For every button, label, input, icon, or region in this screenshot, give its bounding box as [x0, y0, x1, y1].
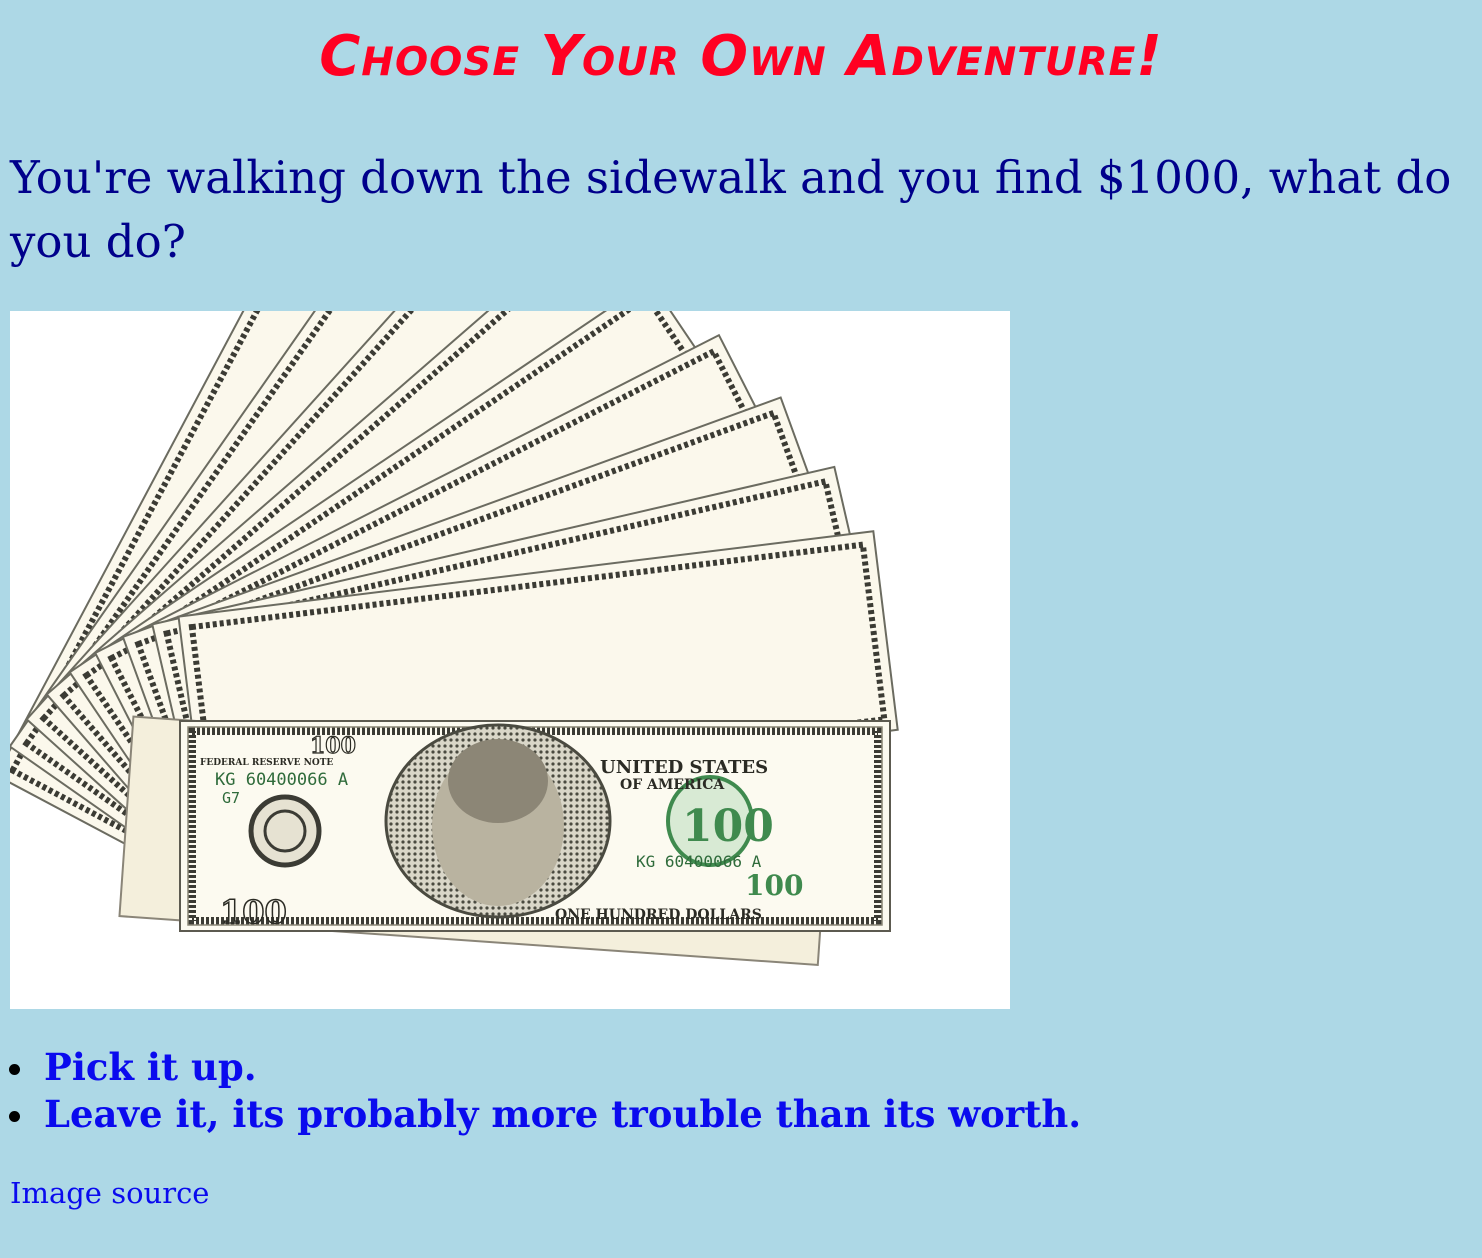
bill-watermark-100: 100	[682, 801, 774, 852]
choice-pick-it-up-link[interactable]: Pick it up.	[44, 1045, 257, 1089]
money-fan-illustration: 100 KG 60400066 A G7 FEDERAL RESERVE NOT…	[0, 156, 899, 966]
bullet-icon	[9, 1111, 20, 1122]
question-text: You're walking down the sidewalk and you…	[10, 151, 1452, 268]
bill-country-line1: UNITED STATES	[600, 757, 768, 778]
choice-item: Pick it up.	[0, 1044, 1081, 1091]
money-image: 100 KG 60400066 A G7 FEDERAL RESERVE NOT…	[0, 156, 1010, 1009]
bill-denomination-corner: 100	[220, 893, 287, 931]
bill-district: G7	[222, 789, 240, 807]
bill-header: FEDERAL RESERVE NOTE	[200, 758, 333, 768]
image-source-link[interactable]: Image source	[10, 1176, 209, 1210]
choice-item: Leave it, its probably more trouble than…	[0, 1091, 1081, 1138]
page-title: Choose Your Own Adventure!	[319, 24, 1163, 89]
bill-serial-right: KG 60400066 A	[636, 852, 762, 871]
bill-denomination-top: 100	[310, 733, 356, 759]
bill-footer: ONE HUNDRED DOLLARS	[555, 907, 762, 923]
choice-leave-it-link[interactable]: Leave it, its probably more trouble than…	[44, 1092, 1081, 1136]
bill-denomination-green: 100	[745, 869, 803, 902]
choices-list: Pick it up. Leave it, its probably more …	[0, 1044, 1081, 1138]
bill-country-line2: OF AMERICA	[620, 777, 725, 793]
bullet-icon	[9, 1064, 20, 1075]
bill-serial-left: KG 60400066 A	[215, 770, 348, 790]
